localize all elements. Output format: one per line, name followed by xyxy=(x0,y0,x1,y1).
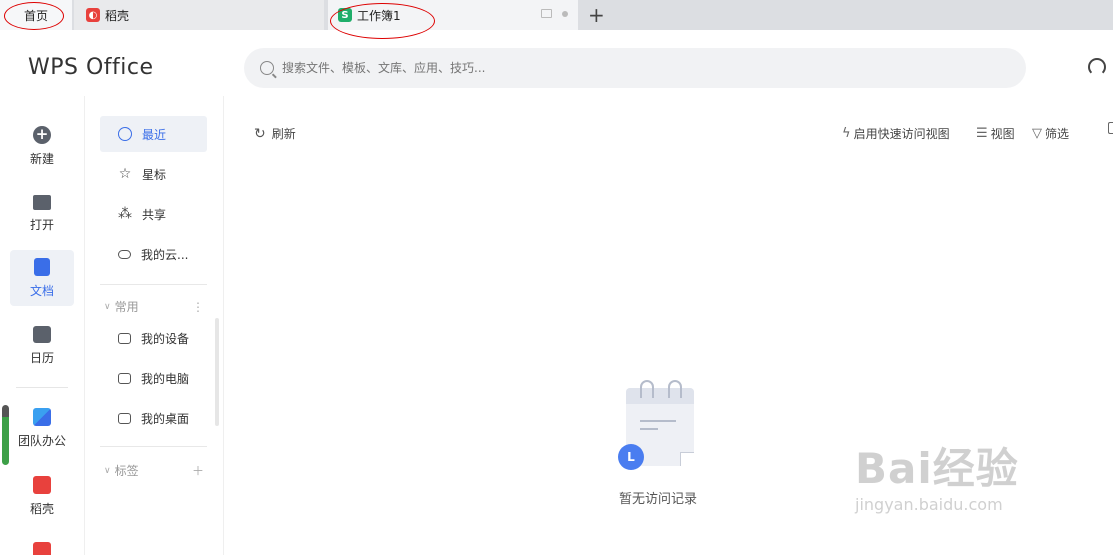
view-label: 视图 xyxy=(990,127,1015,141)
share-icon: ⁂ xyxy=(118,206,132,222)
search-bar[interactable] xyxy=(244,48,1026,88)
unsaved-dot-icon[interactable] xyxy=(562,10,568,17)
headset-icon[interactable] xyxy=(1088,58,1106,76)
plus-circle-icon: + xyxy=(33,125,51,144)
empty-state-text: 暂无访问记录 xyxy=(618,492,697,507)
ring-icon xyxy=(640,380,654,398)
nav-team-label: 团队办公 xyxy=(17,433,66,448)
tab-daoke-label: 稻壳 xyxy=(105,8,130,23)
daoke-logo-icon: ◐ xyxy=(86,8,100,22)
nav-calendar[interactable]: 日历 xyxy=(10,318,74,374)
nav-daoke-label: 稻壳 xyxy=(29,501,54,516)
subnav-cloud-label: 我的云... xyxy=(141,247,189,262)
subnav-starred[interactable]: ☆ 星标 xyxy=(100,156,207,192)
search-icon xyxy=(260,61,274,75)
add-tag-icon[interactable]: ＋ xyxy=(192,462,204,479)
watermark: Bai经验 jingyan.baidu.com xyxy=(855,435,1019,514)
devices-icon xyxy=(118,332,131,344)
watermark-logo: Bai经验 xyxy=(855,444,1019,493)
search-input[interactable] xyxy=(282,61,882,75)
quick-view-label: 启用快速访问视图 xyxy=(853,127,950,141)
filter-label: 筛选 xyxy=(1045,127,1070,141)
ring-icon xyxy=(668,380,682,398)
empty-illustration: L xyxy=(618,380,700,470)
more-vertical-icon[interactable]: ⋮ xyxy=(192,300,204,314)
annotation-ellipse-home xyxy=(4,2,64,30)
cloud-icon xyxy=(118,249,131,259)
nav-team[interactable]: 团队办公 xyxy=(10,400,74,456)
monitor-icon[interactable] xyxy=(541,9,552,18)
scroll-indicator[interactable] xyxy=(2,405,9,465)
filter-button[interactable]: ▽ 筛选 xyxy=(1032,125,1069,142)
column-divider xyxy=(84,96,85,555)
subnav-my-devices-label: 我的设备 xyxy=(141,331,190,346)
section-divider xyxy=(100,284,207,285)
subnav-my-desktop-label: 我的桌面 xyxy=(141,411,190,426)
chevron-down-icon: ∨ xyxy=(104,465,111,476)
clock-badge-icon: L xyxy=(618,444,644,470)
tab-bar: 首页 ◐ 稻壳 S 工作簿1 + xyxy=(0,0,1113,30)
nav-new-label: 新建 xyxy=(29,151,54,166)
daoke-icon xyxy=(33,475,51,494)
plus-icon: + xyxy=(588,3,605,27)
calendar-icon xyxy=(33,326,51,343)
section-common[interactable]: ∨ 常用 ⋮ xyxy=(104,298,204,315)
nav-open[interactable]: 打开 xyxy=(10,186,74,242)
subnav-starred-label: 星标 xyxy=(142,167,167,182)
computer-icon xyxy=(118,372,131,384)
paper-line xyxy=(640,420,676,422)
nav-open-label: 打开 xyxy=(29,218,54,232)
refresh-icon: ↻ xyxy=(254,125,266,142)
subnav-my-pc-label: 我的电脑 xyxy=(141,371,190,386)
quick-view-button[interactable]: ϟ 启用快速访问视图 xyxy=(842,125,950,142)
paper-fold-shape xyxy=(680,452,694,466)
tab-daoke[interactable]: ◐ 稻壳 xyxy=(74,0,324,30)
nav-calendar-label: 日历 xyxy=(29,351,54,365)
paper-line xyxy=(640,428,658,430)
section-tags[interactable]: ∨ 标签 ＋ xyxy=(104,462,204,479)
section-common-label: 常用 xyxy=(114,300,139,314)
nav-docs-label: 文档 xyxy=(29,283,54,298)
subnav-my-devices[interactable]: 我的设备 xyxy=(100,320,207,356)
subnav-shared-label: 共享 xyxy=(142,207,167,222)
subnav-shared[interactable]: ⁂ 共享 xyxy=(100,196,207,232)
nav-new[interactable]: + 新建 xyxy=(10,118,74,174)
team-office-icon xyxy=(33,407,51,426)
subnav-my-desktop[interactable]: 我的桌面 xyxy=(100,400,207,436)
subnav-cloud[interactable]: 我的云... xyxy=(100,236,207,272)
more-app-icon[interactable] xyxy=(33,542,51,555)
refresh-button[interactable]: ↻ 刷新 xyxy=(254,125,296,142)
watermark-url: jingyan.baidu.com xyxy=(855,495,1003,514)
star-icon: ☆ xyxy=(118,166,132,182)
document-icon xyxy=(34,257,50,276)
tab-workbook-extras xyxy=(541,9,568,18)
lightning-icon: ϟ xyxy=(842,126,851,141)
subnav-recent-label: 最近 xyxy=(142,127,167,142)
section-divider xyxy=(100,446,207,447)
annotation-ellipse-workbook xyxy=(330,3,435,39)
view-button[interactable]: ☰ 视图 xyxy=(976,125,1015,142)
column-divider xyxy=(223,96,224,555)
section-tags-label: 标签 xyxy=(114,464,139,478)
subnav-my-pc[interactable]: 我的电脑 xyxy=(100,360,207,396)
new-tab-button[interactable]: + xyxy=(588,3,605,27)
refresh-label: 刷新 xyxy=(271,127,296,141)
subnav-scrollbar[interactable] xyxy=(215,318,219,426)
list-view-icon: ☰ xyxy=(976,126,988,141)
filter-icon: ▽ xyxy=(1032,126,1042,141)
nav-daoke[interactable]: 稻壳 xyxy=(10,468,74,524)
subnav-recent[interactable]: 最近 xyxy=(100,116,207,152)
wps-logo: WPS Office xyxy=(28,55,154,80)
folder-icon xyxy=(33,195,51,210)
nav-divider xyxy=(16,387,68,388)
chevron-down-icon: ∨ xyxy=(104,301,111,312)
clock-icon xyxy=(118,127,132,141)
settings-icon[interactable] xyxy=(1108,122,1113,134)
paper-header-shape xyxy=(626,388,694,404)
nav-docs[interactable]: 文档 xyxy=(10,250,74,306)
desktop-icon xyxy=(118,412,131,424)
